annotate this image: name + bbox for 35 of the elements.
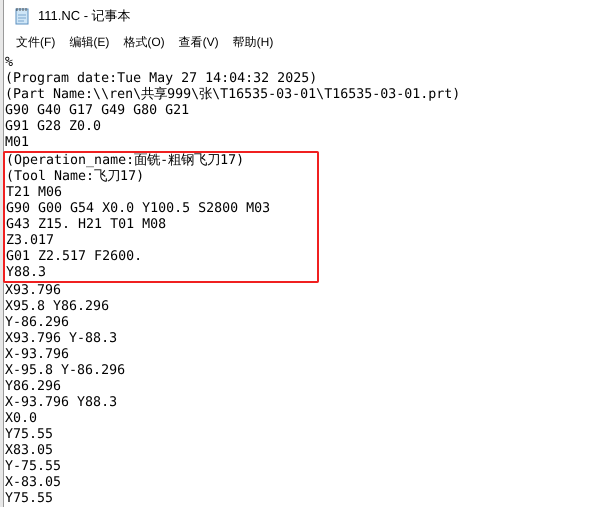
code-line: T21 M06 <box>6 185 64 201</box>
code-line: G90 G00 G54 X0.0 Y100.5 S2800 M03 <box>6 201 272 217</box>
code-line: G91 G28 Z0.0 <box>5 119 102 135</box>
code-line: X95.8 Y86.296 <box>5 299 110 315</box>
code-line: (Program date:Tue May 27 14:04:32 2025) <box>5 71 318 86</box>
code-line: G43 Z15. H21 T01 M08 <box>6 217 168 233</box>
menu-item[interactable]: 格式(O) <box>117 32 171 51</box>
code-line: (Part Name:\\ren\共享999\张\T16535-03-01\T16535-03-01.prt) <box>5 87 462 103</box>
code-line: X83.05 <box>5 443 54 459</box>
code-line: (Operation_name:面铣-粗钢飞刀17) <box>6 153 246 169</box>
code-line: X-93.796 <box>5 347 70 363</box>
code-line: M01 <box>5 135 30 151</box>
code-line: Y-75.55 <box>5 459 62 475</box>
code-line: X93.796 <box>5 283 62 299</box>
code-line: (Tool Name:飞刀17) <box>6 169 146 185</box>
code-line: Y75.55 <box>5 427 54 443</box>
menu-item[interactable]: 文件(F) <box>10 32 62 51</box>
code-line: Y-86.296 <box>5 315 70 331</box>
code-line: X0.0 <box>5 411 38 427</box>
code-line: G01 Z2.517 F2600. <box>6 249 144 265</box>
code-line: Y88.3 <box>6 265 48 281</box>
code-line: X-93.796 Y88.3 <box>5 395 118 411</box>
code-line: G90 G40 G17 G49 G80 G21 <box>5 103 190 119</box>
code-line: X93.796 Y-88.3 <box>5 331 118 347</box>
code-line: Y75.55 <box>5 491 54 507</box>
menu-item[interactable]: 帮助(H) <box>226 32 280 51</box>
code-line: X-83.05 <box>5 475 62 491</box>
code-line: Z3.017 <box>6 233 56 249</box>
menu-item[interactable]: 编辑(E) <box>63 32 116 51</box>
notepad-icon <box>14 6 30 25</box>
code-line: % <box>5 55 14 71</box>
code-line: Y86.296 <box>5 379 62 395</box>
code-line: X-95.8 Y-86.296 <box>5 363 126 379</box>
window-title: 111.NC - 记事本 <box>38 6 131 25</box>
menu-item[interactable]: 查看(V) <box>172 32 225 51</box>
